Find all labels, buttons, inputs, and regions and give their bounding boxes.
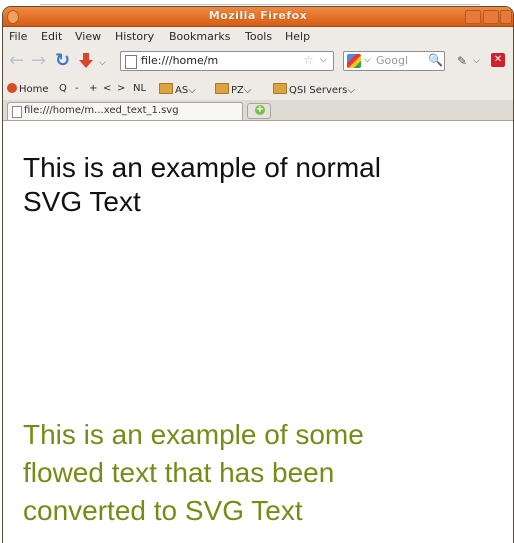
addon-icon[interactable]: ✎ xyxy=(457,54,467,68)
screenshot-frame: Mozilla Firefox File Edit View History B… xyxy=(0,0,514,543)
plus-icon: + xyxy=(255,104,265,115)
search-engine-dropdown-icon[interactable]: ⌵ xyxy=(364,55,371,65)
addon-red-icon[interactable]: ✕ xyxy=(491,53,505,67)
title-bar[interactable]: Mozilla Firefox xyxy=(3,7,513,27)
bookmark-home[interactable]: Home xyxy=(7,83,49,95)
normal-text-line: This is an example of normal xyxy=(23,152,381,183)
window-title: Mozilla Firefox xyxy=(208,9,308,22)
bookmark-minus[interactable]: - xyxy=(75,83,79,94)
normal-svg-text: This is an example of normal SVG Text xyxy=(23,151,493,219)
navigation-toolbar: ← → ↻ ⌵ file:///home/m ☆ ⌵ ⌵ Googl 🔍 ✎ ⌵… xyxy=(3,46,513,78)
download-arrow-icon[interactable] xyxy=(79,53,93,69)
url-dropdown-icon[interactable]: ⌵ xyxy=(320,55,327,65)
reload-icon[interactable]: ↻ xyxy=(55,51,70,71)
bookmark-star-icon[interactable]: ☆ xyxy=(303,53,314,67)
normal-text-line: SVG Text xyxy=(23,186,141,217)
bookmark-folder-pz[interactable]: PZ⌵ xyxy=(215,83,251,96)
bookmark-prev[interactable]: < xyxy=(103,83,111,94)
minimize-button[interactable] xyxy=(465,10,481,24)
url-text: file:///home/m xyxy=(141,54,219,67)
search-box[interactable]: ⌵ Googl 🔍 xyxy=(343,51,445,71)
tab-label: file:///home/m...xed_text_1.svg xyxy=(24,105,179,116)
menu-bookmarks[interactable]: Bookmarks xyxy=(169,30,230,43)
maximize-button[interactable] xyxy=(483,10,499,24)
bookmark-q[interactable]: Q xyxy=(59,83,67,94)
close-button[interactable] xyxy=(500,10,512,24)
bookmark-label: Home xyxy=(19,84,49,95)
menu-edit[interactable]: Edit xyxy=(41,30,62,43)
bookmark-label: AS xyxy=(175,85,189,96)
page-icon xyxy=(125,55,137,69)
bookmark-label: PZ xyxy=(231,85,244,96)
tab-page-icon xyxy=(12,106,22,118)
url-bar[interactable]: file:///home/m ☆ ⌵ xyxy=(120,51,334,71)
folder-icon xyxy=(273,83,287,94)
menu-file[interactable]: File xyxy=(9,30,27,43)
browser-window: Mozilla Firefox File Edit View History B… xyxy=(2,6,514,543)
forward-arrow-icon[interactable]: → xyxy=(31,51,46,71)
search-placeholder: Googl xyxy=(376,54,409,67)
google-icon xyxy=(347,54,361,68)
back-arrow-icon[interactable]: ← xyxy=(9,51,24,71)
menu-bar: File Edit View History Bookmarks Tools H… xyxy=(3,27,513,46)
menu-tools[interactable]: Tools xyxy=(245,30,272,43)
bookmark-next[interactable]: > xyxy=(117,83,125,94)
tab-bar: file:///home/m...xed_text_1.svg + xyxy=(3,100,513,121)
bookmarks-toolbar: Home Q - + < > NL AS⌵ PZ⌵ QSI Servers⌵ xyxy=(3,78,513,100)
bookmark-label: QSI Servers xyxy=(289,85,348,96)
bookmark-folder-as[interactable]: AS⌵ xyxy=(159,83,196,96)
history-dropdown-icon[interactable]: ⌵ xyxy=(99,58,106,68)
new-tab-button[interactable]: + xyxy=(247,103,271,119)
flowed-svg-text: This is an example of some flowed text t… xyxy=(23,416,503,530)
flowed-text-line: flowed text that has been xyxy=(23,457,335,488)
flowed-text-line: converted to SVG Text xyxy=(23,495,303,526)
bookmark-nl[interactable]: NL xyxy=(133,83,146,94)
flowed-text-line: This is an example of some xyxy=(23,419,364,450)
addon-dropdown-icon[interactable]: ⌵ xyxy=(473,56,480,66)
tab-active[interactable]: file:///home/m...xed_text_1.svg xyxy=(7,102,243,120)
folder-icon xyxy=(159,83,173,94)
menu-view[interactable]: View xyxy=(75,30,101,43)
folder-icon xyxy=(215,83,229,94)
home-icon xyxy=(7,83,17,93)
bookmark-folder-qsi[interactable]: QSI Servers⌵ xyxy=(273,83,355,96)
menu-history[interactable]: History xyxy=(115,30,154,43)
menu-help[interactable]: Help xyxy=(285,30,310,43)
page-content: This is an example of normal SVG Text Th… xyxy=(3,121,513,543)
search-icon[interactable]: 🔍 xyxy=(428,53,443,67)
bookmark-plus[interactable]: + xyxy=(89,83,97,94)
